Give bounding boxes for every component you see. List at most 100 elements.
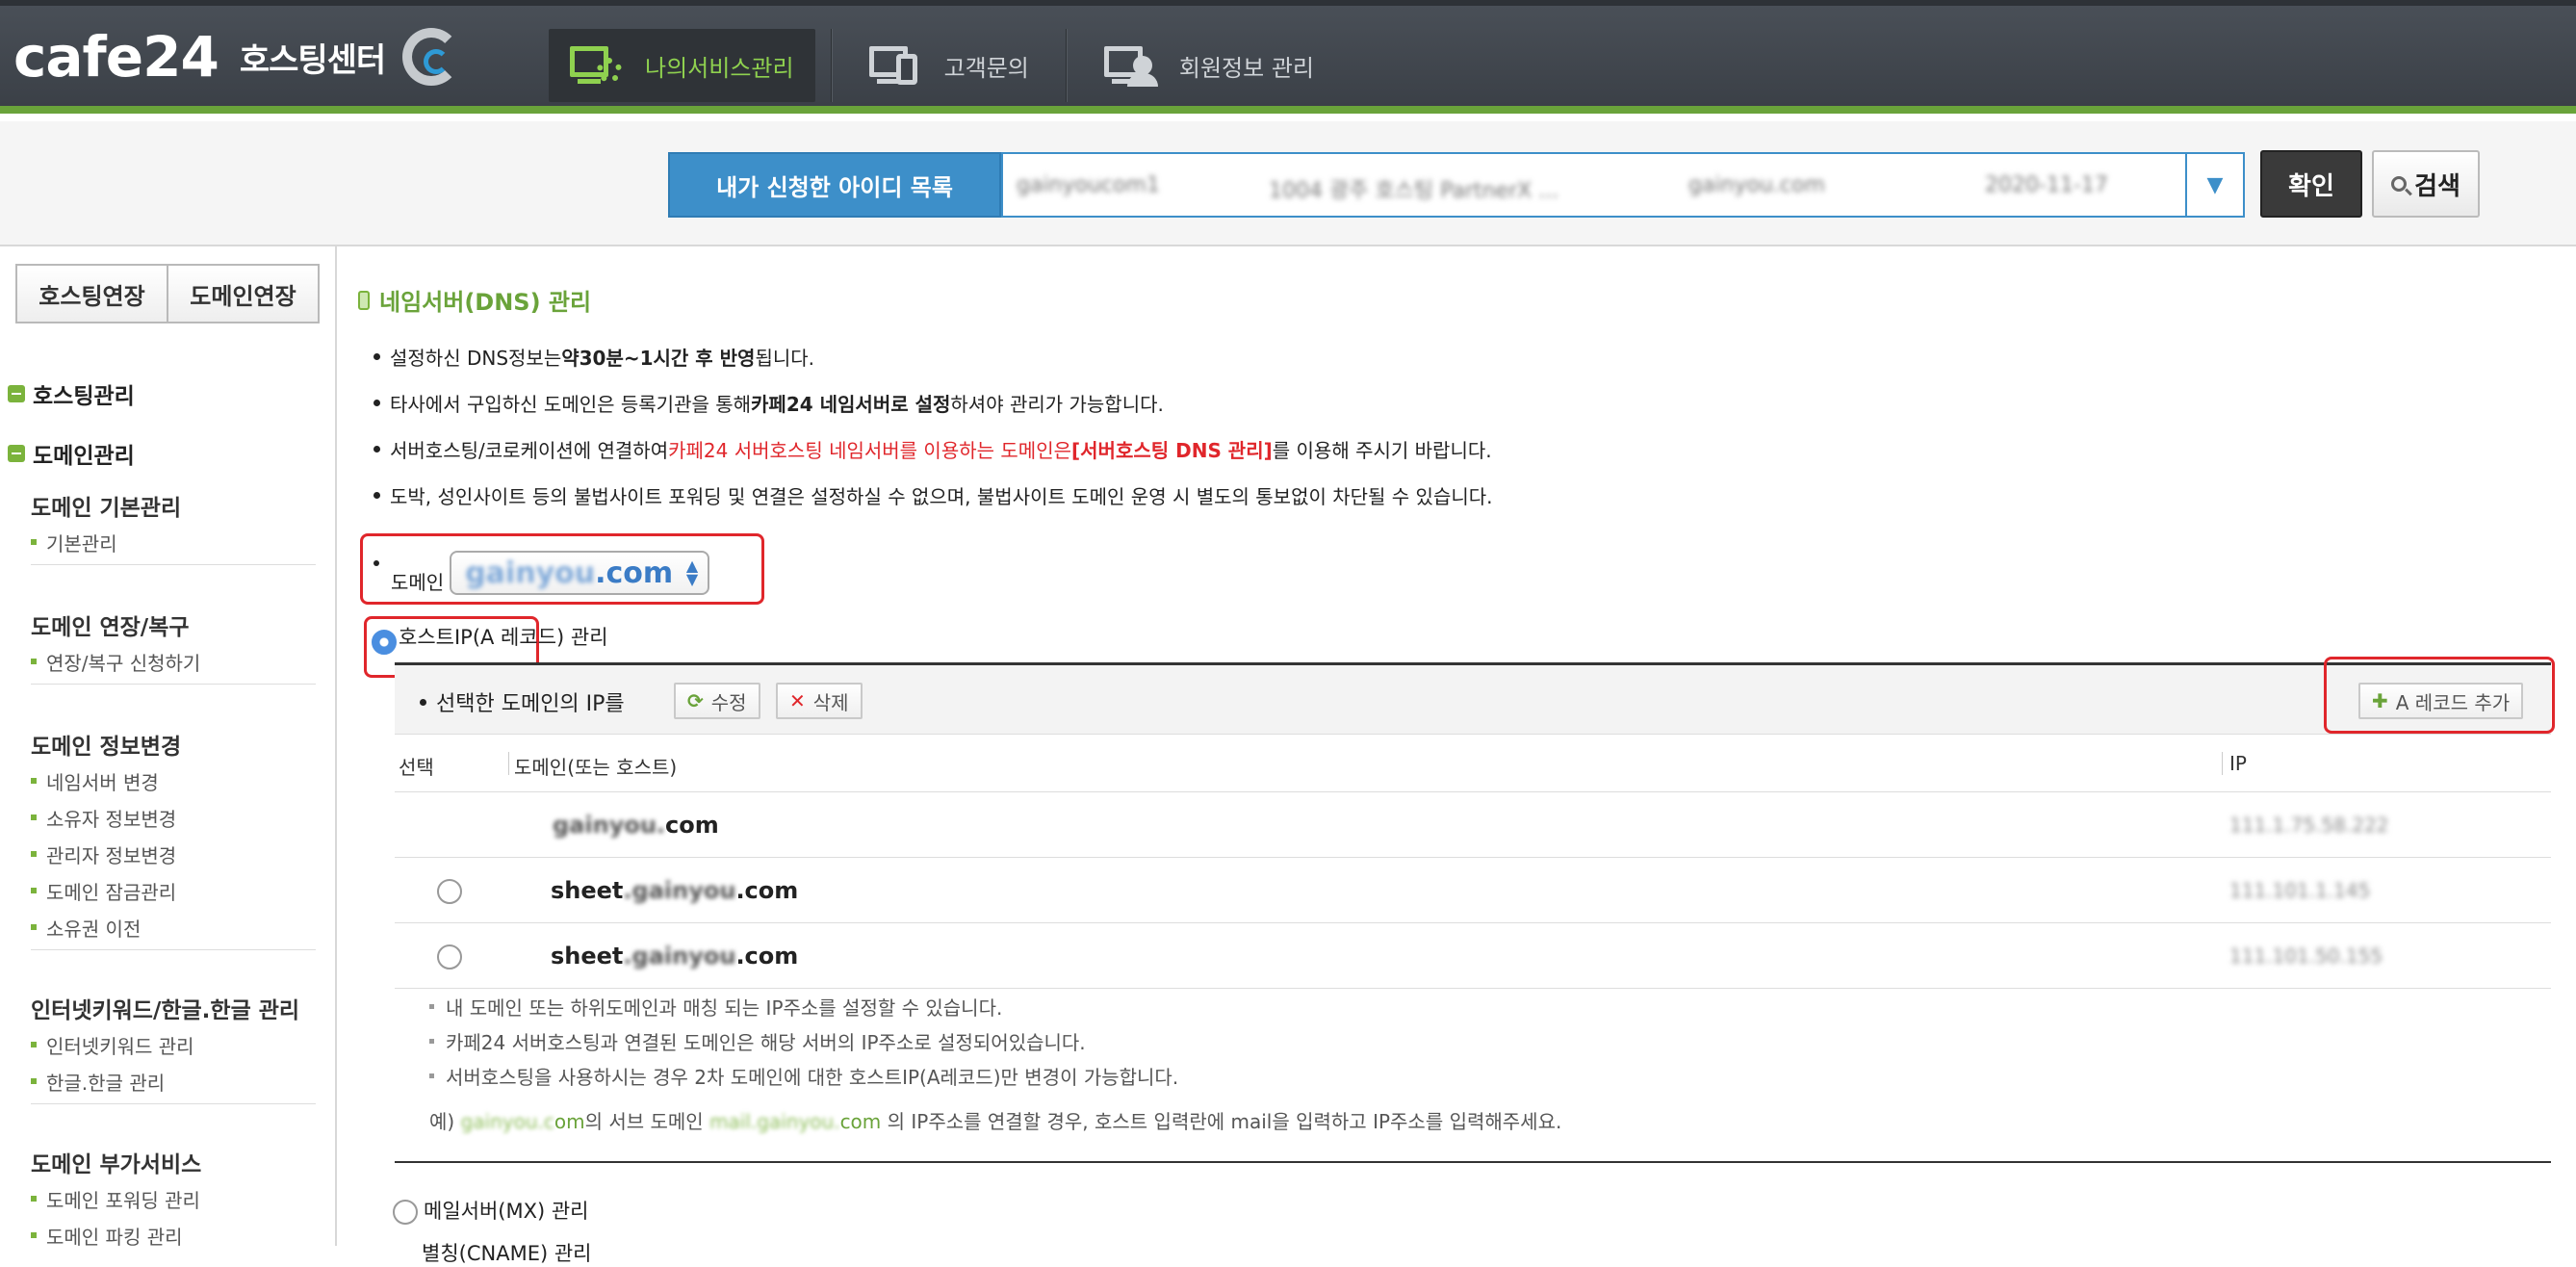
id-field-domain: gainyou.com (1688, 173, 1825, 197)
domain-select-value: gainyou (465, 556, 596, 590)
id-field-product: 1004 광주 호스팅 PartnerX ... (1269, 179, 1559, 203)
tip-3: 서버호스팅을 사용하시는 경우 2차 도메인에 대한 호스트IP(A레코드)만 … (429, 1062, 1178, 1090)
logo-subtitle: 호스팅센터 (239, 40, 386, 80)
server-hosting-dns-link[interactable]: [서버호스팅 DNS 관리] (1071, 435, 1273, 463)
sidebar-group-addon: 도메인 부가서비스 도메인 포워딩 관리 도메인 파킹 관리 (31, 1146, 316, 1254)
edit-button-label: 수정 (710, 690, 747, 714)
notice-text: 됩니다. (755, 347, 815, 370)
cname-record-row: 별칭(CNAME) 관리 (422, 1238, 591, 1267)
sidebar-group-title: 인터넷키워드/한글.한글 관리 (31, 998, 300, 1023)
delete-button[interactable]: ✕ 삭제 (776, 683, 863, 719)
page-title: 네임서버(DNS) 관리 (358, 283, 591, 317)
id-list-select[interactable]: gainyoucom1 1004 광주 호스팅 PartnerX ... gai… (1001, 152, 2245, 218)
nav-label: 회원정보 관리 (1178, 54, 1314, 82)
sidebar-item-label: 도메인관리 (33, 444, 135, 469)
notice-text: 를 이용해 주시기 바랍니다. (1272, 439, 1492, 462)
record-ip: 111.101.50.155 (2229, 944, 2383, 968)
domain-select-suffix: .com (595, 556, 674, 590)
sidebar-group-domain-basic: 도메인 기본관리 기본관리 (31, 489, 316, 584)
divider (31, 949, 316, 950)
hosting-renew-button[interactable]: 호스팅연장 (17, 266, 167, 322)
id-field-date: 2020-11-17 (1985, 173, 2108, 197)
nav-customer-inquiry[interactable]: 고객문의 (848, 29, 1050, 102)
domain-selector-row: 도메인 gainyou .com ▲ ▼ (374, 551, 710, 595)
sidebar-link-admin[interactable]: 관리자 정보변경 (31, 836, 316, 872)
nav-member-info[interactable]: 회원정보 관리 (1083, 29, 1335, 102)
record-domain: sheet.gainyou.com (551, 943, 799, 970)
edit-button[interactable]: ⟳ 수정 (674, 683, 760, 719)
top-header: cafe24 호스팅센터 나의서비스관리 고객문의 회원정보 관리 (0, 0, 2576, 114)
notice-3: 서버호스팅/코로케이션에 연결하여 카페24 서버호스팅 네임서버를 이용하는 … (374, 435, 1492, 463)
domain-select[interactable]: gainyou .com ▲ ▼ (450, 551, 710, 595)
divider (31, 564, 316, 565)
record-table-header: 선택 도메인(또는 호스트) IP (395, 735, 2551, 792)
column-separator (508, 752, 509, 775)
sidebar-link-lock[interactable]: 도메인 잠금관리 (31, 872, 316, 909)
domain-renew-button[interactable]: 도메인연장 (167, 266, 318, 322)
table-row: sheet.gainyou.com 111.101.1.145 (395, 858, 2551, 923)
id-search-bar: 내가 신청한 아이디 목록 gainyoucom1 1004 광주 호스팅 Pa… (0, 121, 2576, 246)
sidebar-link-nameserver[interactable]: 네임서버 변경 (31, 763, 316, 799)
sidebar-group-domain-renew: 도메인 연장/복구 연장/복구 신청하기 (31, 608, 316, 704)
sidebar-item-domain[interactable]: 도메인관리 (8, 437, 135, 470)
host-ip-radio[interactable] (372, 630, 397, 655)
notice-text: 설정하신 DNS정보는 (390, 347, 562, 370)
tip-1: 내 도메인 또는 하위도메인과 매칭 되는 IP주소를 설정할 수 있습니다. (429, 993, 1002, 1021)
cafe24-logo[interactable]: cafe24 호스팅센터 (13, 23, 461, 90)
tip-2: 카페24 서버호스팅과 연결된 도메인은 해당 서버의 IP주소로 설정되어있습… (429, 1027, 1086, 1055)
sidebar-link-renew-restore[interactable]: 연장/복구 신청하기 (31, 643, 316, 680)
sidebar-link-hangul[interactable]: 한글.한글 관리 (31, 1063, 316, 1099)
sidebar-link-basic[interactable]: 기본관리 (31, 524, 316, 560)
sidebar-link-owner[interactable]: 소유자 정보변경 (31, 799, 316, 836)
monitor-gear-icon (570, 46, 622, 85)
notice-4: 도박, 성인사이트 등의 불법사이트 포워딩 및 연결은 설정하실 수 없으며,… (374, 481, 1493, 509)
search-icon (2391, 176, 2408, 192)
chevron-down-icon[interactable]: ▼ (2185, 154, 2243, 216)
sidebar-link-keyword[interactable]: 인터넷키워드 관리 (31, 1026, 316, 1063)
notice-text: 타사에서 구입하신 도메인은 등록기관을 통해 (390, 393, 752, 416)
monitor-person-icon (1103, 46, 1158, 87)
domain-label: 도메인 (391, 570, 445, 594)
sidebar-group-keyword: 인터넷키워드/한글.한글 관리 인터넷키워드 관리 한글.한글 관리 (31, 992, 316, 1124)
record-select-radio[interactable] (437, 944, 462, 970)
search-button[interactable]: 검색 (2372, 150, 2480, 218)
search-button-label: 검색 (2414, 171, 2460, 201)
sidebar-group-domain-info: 도메인 정보변경 네임서버 변경 소유자 정보변경 관리자 정보변경 도메인 잠… (31, 728, 316, 970)
page-title-text: 네임서버(DNS) 관리 (379, 289, 592, 316)
nav-my-service[interactable]: 나의서비스관리 (549, 29, 815, 102)
column-header-ip: IP (2229, 752, 2247, 775)
confirm-button[interactable]: 확인 (2260, 150, 2362, 218)
column-header-domain: 도메인(또는 호스트) (514, 756, 678, 779)
nav-separator (1065, 29, 1068, 102)
record-ip: 111.1.75.58.222 (2229, 814, 2389, 837)
nav-label: 나의서비스관리 (645, 54, 794, 82)
select-updown-icon: ▲ ▼ (685, 556, 699, 588)
sidebar-link-transfer[interactable]: 소유권 이전 (31, 909, 316, 945)
mx-label: 메일서버(MX) 관리 (424, 1200, 589, 1223)
left-sidebar: 호스팅연장 도메인연장 호스팅관리 도메인관리 도메인 기본관리 기본관리 도메… (0, 246, 337, 1249)
nav-label: 고객문의 (943, 54, 1029, 82)
notice-text: 도박, 성인사이트 등의 불법사이트 포워딩 및 연결은 설정하실 수 없으며,… (390, 485, 1493, 508)
table-row: sheet.gainyou.com 111.101.50.155 (395, 923, 2551, 989)
mx-radio[interactable] (393, 1200, 418, 1225)
close-icon: ✕ (789, 689, 806, 712)
column-header-select: 선택 (399, 756, 434, 779)
notice-1: 설정하신 DNS정보는 약30분~1시간 후 반영 됩니다. (374, 343, 814, 371)
notice-bold: 약30분~1시간 후 반영 (561, 347, 756, 370)
sidebar-link-parking[interactable]: 도메인 파킹 관리 (31, 1217, 316, 1254)
panel-title: 선택한 도메인의 IP를 (420, 686, 625, 717)
record-select-radio[interactable] (437, 879, 462, 904)
delete-button-label: 삭제 (812, 690, 849, 714)
sidebar-group-title: 도메인 기본관리 (31, 496, 182, 521)
sidebar-link-forwarding[interactable]: 도메인 포워딩 관리 (31, 1180, 316, 1217)
sidebar-group-title: 도메인 부가서비스 (31, 1152, 202, 1177)
sidebar-item-hosting[interactable]: 호스팅관리 (8, 377, 135, 410)
monitor-phone-icon (868, 46, 919, 85)
notice-2: 타사에서 구입하신 도메인은 등록기관을 통해 카페24 네임서버로 설정 하셔야… (374, 389, 1164, 417)
record-domain: gainyou.com (553, 812, 719, 839)
divider (31, 1103, 316, 1104)
record-ip: 111.101.1.145 (2229, 879, 2371, 902)
notice-red: 카페24 서버호스팅 네임서버를 이용하는 도메인은 (668, 439, 1071, 462)
sidebar-group-title: 도메인 연장/복구 (31, 615, 190, 640)
logo-text: cafe24 (13, 24, 219, 90)
